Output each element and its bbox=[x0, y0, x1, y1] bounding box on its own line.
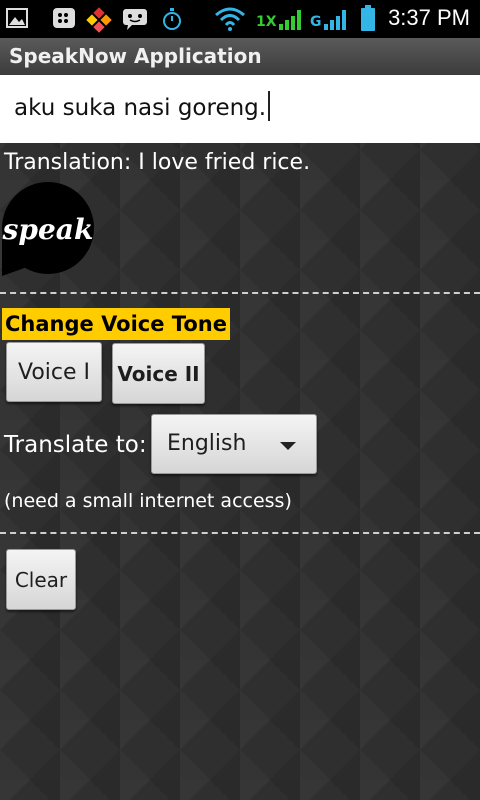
image-icon bbox=[6, 8, 28, 28]
network-g-label: G bbox=[310, 14, 322, 30]
phrase-input[interactable]: aku suka nasi goreng. bbox=[0, 75, 480, 143]
phrase-input-value[interactable]: aku suka nasi goreng. bbox=[14, 91, 271, 121]
chat-icon bbox=[123, 9, 147, 30]
battery-icon bbox=[361, 5, 375, 31]
speak-button[interactable]: speak bbox=[0, 180, 100, 280]
divider bbox=[0, 292, 480, 294]
status-clock: 3:37 PM bbox=[388, 5, 470, 30]
text-caret bbox=[268, 91, 271, 121]
voice-2-button[interactable]: Voice II bbox=[112, 343, 205, 404]
network-1x-label: 1X bbox=[256, 14, 277, 30]
internet-note: (need a small internet access) bbox=[4, 490, 292, 512]
app-grid-icon bbox=[86, 7, 112, 33]
stopwatch-icon bbox=[163, 8, 181, 30]
app-title: SpeakNow Application bbox=[9, 44, 262, 68]
signal-1x-icon: 1X bbox=[256, 8, 304, 30]
clear-button[interactable]: Clear bbox=[6, 549, 76, 610]
translate-to-label: Translate to: bbox=[4, 432, 147, 458]
dropdown-arrow-icon bbox=[280, 442, 296, 450]
signal-g-icon: G bbox=[310, 8, 349, 30]
translation-result: Translation: I love fried rice. bbox=[4, 150, 311, 175]
language-dropdown-value: English bbox=[167, 431, 247, 456]
language-dropdown[interactable]: English bbox=[151, 414, 317, 474]
voice-tone-header: Change Voice Tone bbox=[2, 308, 230, 340]
wifi-icon bbox=[215, 7, 245, 31]
bbm-icon bbox=[53, 8, 75, 28]
divider bbox=[0, 532, 480, 534]
app-title-bar: SpeakNow Application bbox=[0, 38, 480, 76]
status-bar: 1X G 3:37 PM bbox=[0, 0, 480, 38]
speak-label: speak bbox=[2, 213, 94, 246]
voice-1-button[interactable]: Voice I bbox=[6, 342, 102, 402]
